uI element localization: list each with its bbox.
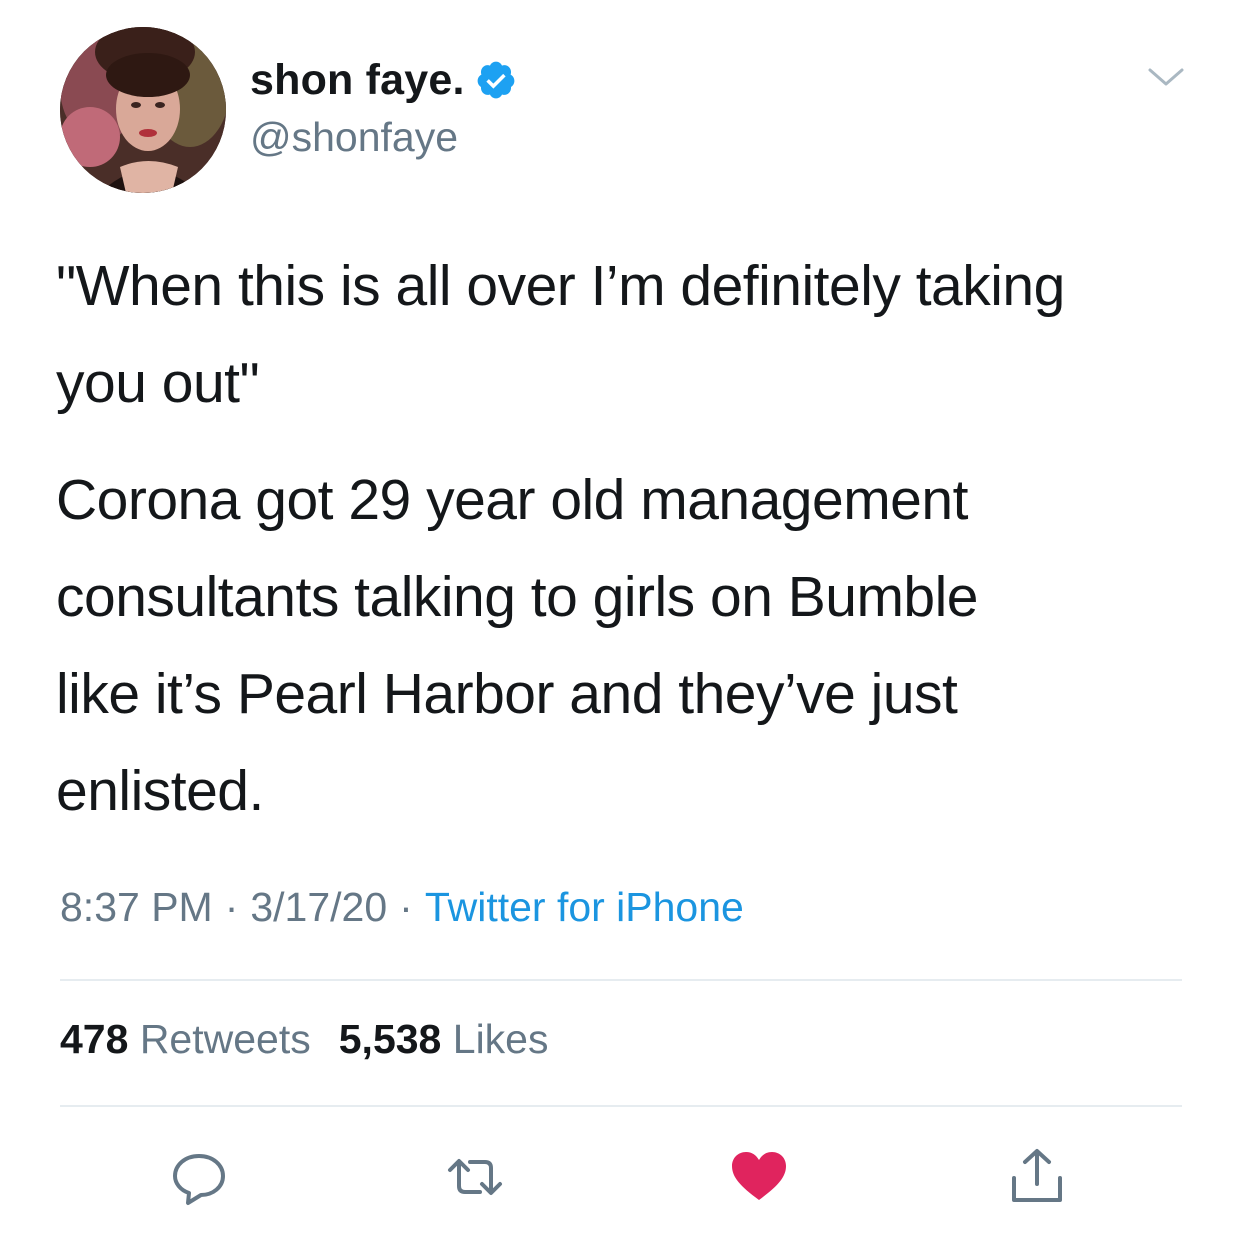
share-icon: [1012, 1149, 1062, 1202]
like-button[interactable]: [728, 1146, 790, 1208]
likes-label: Likes: [452, 1016, 549, 1062]
retweets-label: Retweets: [139, 1016, 311, 1062]
divider: [60, 1105, 1182, 1107]
display-name[interactable]: shon faye.: [250, 56, 465, 105]
verified-badge-icon: [477, 61, 515, 99]
like-icon: [732, 1152, 786, 1200]
avatar[interactable]: [60, 27, 226, 193]
tweet-date[interactable]: 3/17/20: [250, 884, 387, 930]
meta-separator: ·: [399, 884, 413, 930]
tweet-paragraph-quote: "When this is all over I’m definitely ta…: [56, 254, 1065, 415]
divider: [60, 979, 1182, 981]
tweet-paragraph-body: Corona got 29 year old management consul…: [56, 468, 979, 823]
user-handle[interactable]: @shonfaye: [250, 114, 458, 161]
likes-stat[interactable]: 5,538 Likes: [339, 1016, 549, 1062]
tweet-text: "When this is all over I’m definitely ta…: [56, 238, 1206, 840]
author-name-row[interactable]: shon faye.: [250, 50, 517, 110]
retweets-stat[interactable]: 478 Retweets: [60, 1016, 311, 1062]
meta-separator: ·: [224, 884, 239, 930]
likes-count: 5,538: [338, 1016, 442, 1062]
tweet-meta: 8:37 PM · 3/17/20 · Twitter for iPhone: [60, 884, 744, 931]
tweet-source-link[interactable]: Twitter for iPhone: [425, 884, 744, 930]
tweet-stats: 478 Retweets 5,538 Likes: [60, 1016, 548, 1063]
tweet-time[interactable]: 8:37 PM: [60, 884, 213, 930]
retweet-button[interactable]: [444, 1146, 506, 1208]
chevron-down-icon[interactable]: [1146, 62, 1186, 92]
share-button[interactable]: [1006, 1146, 1068, 1208]
avatar-image: [60, 27, 226, 193]
reply-icon: [173, 1154, 225, 1205]
retweet-icon: [448, 1159, 502, 1195]
reply-button[interactable]: [168, 1146, 230, 1208]
retweets-count: 478: [60, 1016, 129, 1062]
